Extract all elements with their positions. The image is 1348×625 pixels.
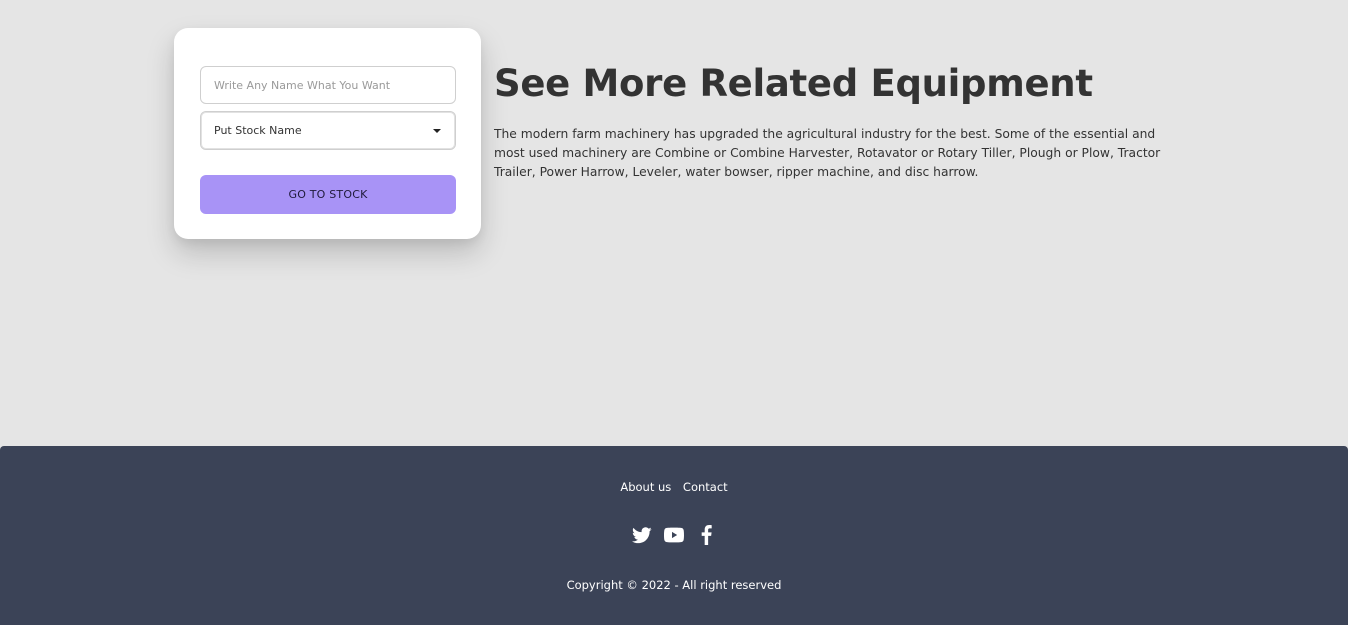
- go-to-stock-button[interactable]: GO TO STOCK: [200, 175, 456, 214]
- about-us-link[interactable]: About us: [620, 480, 671, 494]
- footer-nav: About us Contact: [0, 480, 1348, 494]
- social-links: [0, 525, 1348, 545]
- twitter-icon[interactable]: [632, 525, 652, 545]
- footer: About us Contact Copyright © 2022 - All …: [0, 446, 1348, 625]
- description-text: The modern farm machinery has upgraded t…: [494, 127, 1161, 179]
- contact-link[interactable]: Contact: [683, 480, 728, 494]
- main-section: Put Stock Name GO TO STOCK See More Rela…: [0, 0, 1348, 446]
- stock-search-card: Put Stock Name GO TO STOCK: [174, 28, 481, 239]
- page-title: See More Related Equipment: [494, 62, 1093, 105]
- page: Put Stock Name GO TO STOCK See More Rela…: [0, 0, 1348, 625]
- copyright-text: Copyright © 2022 - All right reserved: [566, 578, 782, 592]
- youtube-icon[interactable]: [664, 525, 684, 545]
- facebook-icon[interactable]: [696, 525, 716, 545]
- caret-down-icon: [433, 128, 441, 133]
- stock-select-value: Put Stock Name: [214, 124, 302, 137]
- name-input[interactable]: [200, 66, 456, 104]
- stock-select[interactable]: Put Stock Name: [200, 111, 456, 150]
